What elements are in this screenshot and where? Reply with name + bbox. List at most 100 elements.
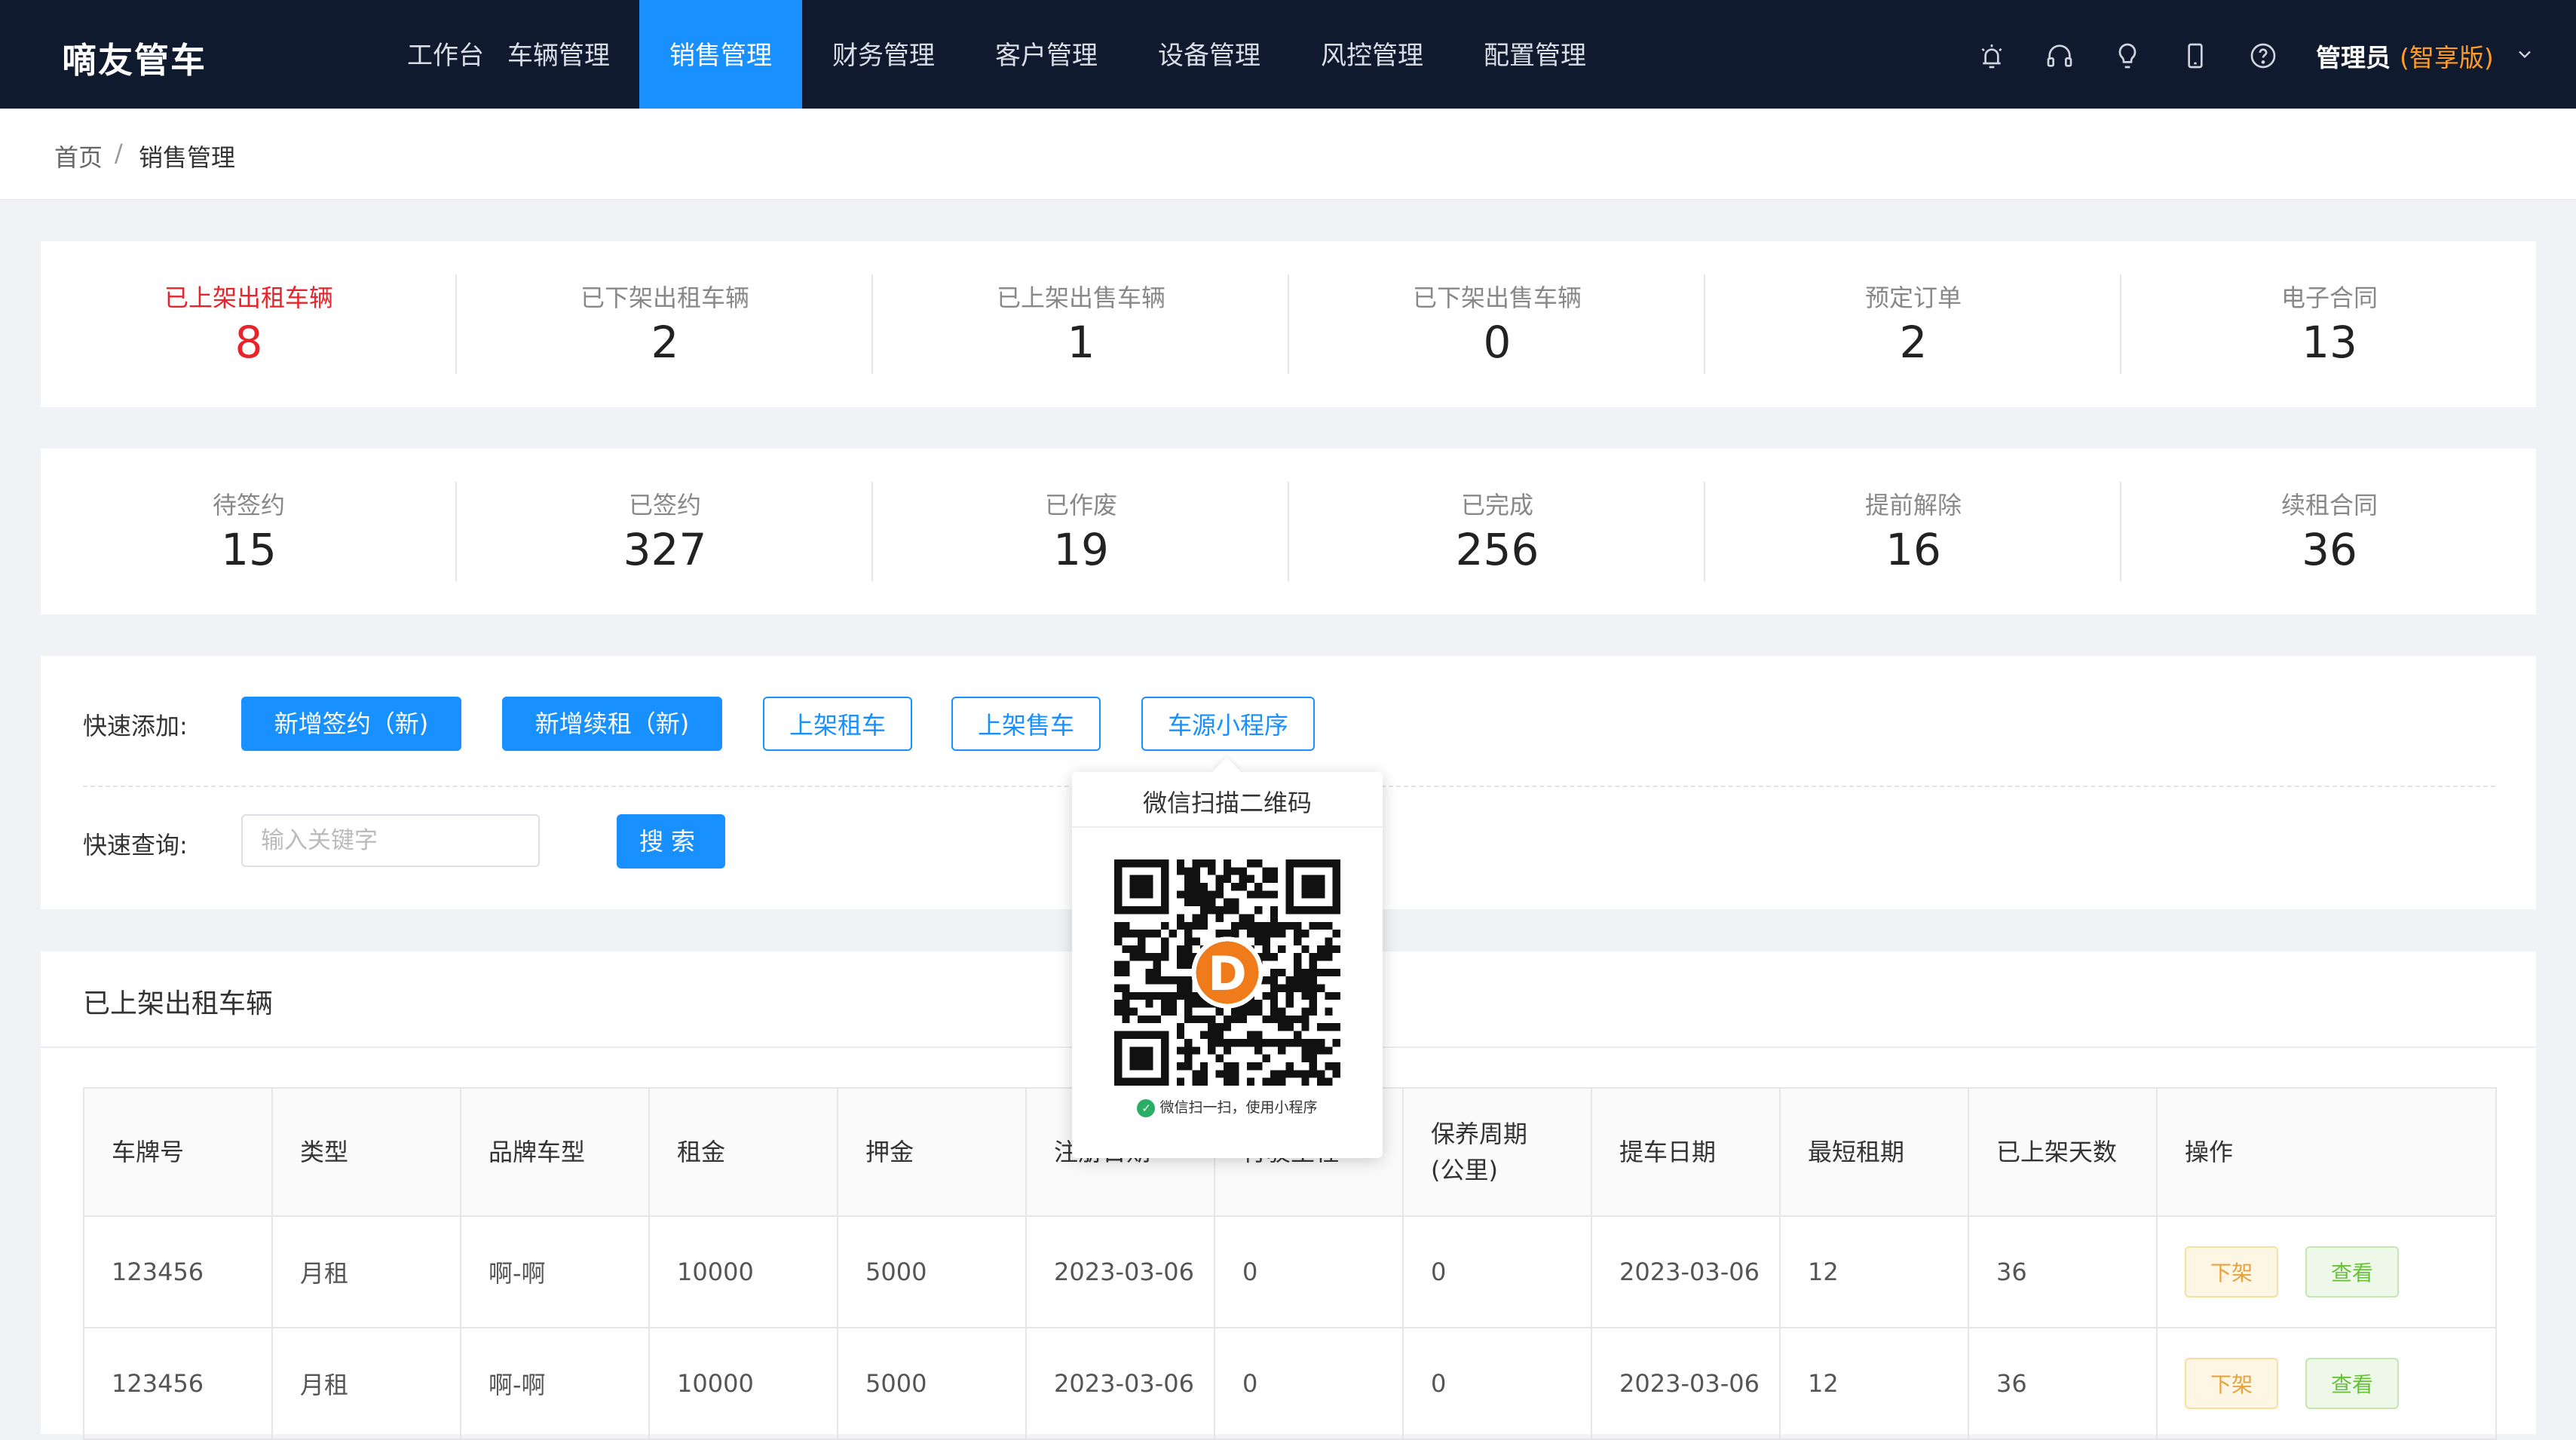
cell-mileage: 0 xyxy=(1214,1215,1404,1328)
headset-icon[interactable] xyxy=(2045,41,2075,71)
nav-item-risk[interactable]: 风控管理 xyxy=(1291,0,1453,109)
cell-maintenance: 0 xyxy=(1402,1327,1592,1440)
stat-label: 已签约 xyxy=(628,491,701,519)
stat-label: 已下架出售车辆 xyxy=(1412,283,1582,312)
col-header: 保养周期 (公里) xyxy=(1402,1087,1592,1217)
stat-label: 已完成 xyxy=(1460,491,1533,519)
qr-popover: 微信扫描二维码 D ✓ 微信扫一扫，使用小程序 xyxy=(1072,757,1383,1158)
stat-label: 已上架出租车辆 xyxy=(164,283,333,312)
stat-label: 已下架出租车辆 xyxy=(580,283,749,312)
cell-plate: 123456 xyxy=(83,1215,273,1328)
stats-card-contracts: 待签约 15 已签约 327 已作废 19 已完成 256 提前解除 16 续租… xyxy=(41,449,2536,614)
nav-item-vehicles[interactable]: 车辆管理 xyxy=(478,0,639,109)
breadcrumb-current: 销售管理 xyxy=(139,143,236,172)
offline-button[interactable]: 下架 xyxy=(2185,1246,2278,1298)
stat-pending-sign[interactable]: 待签约 15 xyxy=(41,449,457,614)
cell-model: 啊-啊 xyxy=(460,1215,650,1328)
stat-value: 15 xyxy=(221,524,277,575)
table-row: 123456 月租 啊-啊 10000 5000 2023-03-06 0 0 … xyxy=(83,1327,2497,1440)
bulb-icon[interactable] xyxy=(2112,41,2143,71)
nav-item-sales[interactable]: 销售管理 xyxy=(639,0,802,109)
cell-actions: 下架 查看 xyxy=(2156,1327,2497,1440)
col-header: 押金 xyxy=(837,1087,1027,1217)
qr-code-image: D xyxy=(1114,859,1340,1086)
new-renewal-button[interactable]: 新增续租（新) xyxy=(502,697,722,751)
chevron-down-icon[interactable] xyxy=(2514,44,2535,65)
cell-model: 啊-啊 xyxy=(460,1327,650,1440)
stat-listed-sales[interactable]: 已上架出售车辆 1 xyxy=(873,241,1289,407)
col-header: 租金 xyxy=(648,1087,838,1217)
cell-listed-days: 36 xyxy=(1968,1327,2158,1440)
nav-item-customers[interactable]: 客户管理 xyxy=(965,0,1128,109)
panel-title: 已上架出租车辆 xyxy=(83,988,274,1019)
stat-completed[interactable]: 已完成 256 xyxy=(1289,449,1705,614)
search-input[interactable]: 输入关键字 xyxy=(241,814,540,867)
mini-program-button[interactable]: 车源小程序 xyxy=(1141,697,1315,751)
cell-type: 月租 xyxy=(271,1327,461,1440)
stat-value: 2 xyxy=(651,317,679,368)
stat-value: 2 xyxy=(1899,317,1928,368)
phone-icon[interactable] xyxy=(2180,41,2210,71)
nav-item-finance[interactable]: 财务管理 xyxy=(802,0,965,109)
table-row: 123456 月租 啊-啊 10000 5000 2023-03-06 0 0 … xyxy=(83,1215,2497,1328)
col-header: 操作 xyxy=(2156,1087,2497,1217)
app-logo[interactable]: 嘀友管车 xyxy=(62,33,207,83)
stat-delisted-rentals[interactable]: 已下架出租车辆 2 xyxy=(457,241,873,407)
stat-label: 已作废 xyxy=(1044,491,1117,519)
col-header: 车牌号 xyxy=(83,1087,273,1217)
stat-label: 续租合同 xyxy=(2280,491,2378,519)
stat-early-termination[interactable]: 提前解除 16 xyxy=(1705,449,2121,614)
help-icon[interactable] xyxy=(2248,41,2278,71)
quick-search-label: 快速查询: xyxy=(83,831,188,859)
stat-value: 16 xyxy=(1885,524,1941,575)
nav-item-config[interactable]: 配置管理 xyxy=(1453,0,1616,109)
cell-rent: 10000 xyxy=(648,1327,838,1440)
cell-min-term: 12 xyxy=(1779,1327,1969,1440)
cell-reg-date: 2023-03-06 xyxy=(1025,1215,1215,1328)
view-button[interactable]: 查看 xyxy=(2305,1246,2399,1298)
user-name: 管理员 xyxy=(2316,43,2391,72)
cell-plate: 123456 xyxy=(83,1327,273,1440)
col-header: 品牌车型 xyxy=(460,1087,650,1217)
cell-type: 月租 xyxy=(271,1215,461,1328)
cell-actions: 下架 查看 xyxy=(2156,1215,2497,1328)
stat-renewals[interactable]: 续租合同 36 xyxy=(2121,449,2538,614)
stat-label: 已上架出售车辆 xyxy=(996,283,1165,312)
col-header: 提车日期 xyxy=(1591,1087,1781,1217)
stat-label: 待签约 xyxy=(212,491,285,519)
breadcrumb-home[interactable]: 首页 xyxy=(54,139,103,173)
stat-e-contracts[interactable]: 电子合同 13 xyxy=(2121,241,2538,407)
list-rental-button[interactable]: 上架租车 xyxy=(763,697,912,751)
col-header: 已上架天数 xyxy=(1968,1087,2158,1217)
stat-signed[interactable]: 已签约 327 xyxy=(457,449,873,614)
user-menu[interactable]: 管理员 (智享版) xyxy=(2316,38,2494,74)
stat-voided[interactable]: 已作废 19 xyxy=(873,449,1289,614)
cell-pickup-date: 2023-03-06 xyxy=(1591,1327,1781,1440)
qr-code-icon: D xyxy=(1114,859,1340,1086)
col-header: 最短租期 xyxy=(1779,1087,1969,1217)
offline-button[interactable]: 下架 xyxy=(2185,1358,2278,1409)
cell-rent: 10000 xyxy=(648,1215,838,1328)
stat-label: 提前解除 xyxy=(1864,491,1962,519)
cell-mileage: 0 xyxy=(1214,1327,1404,1440)
alarm-icon[interactable] xyxy=(1977,41,2007,71)
search-button[interactable]: 搜索 xyxy=(617,814,725,869)
wechat-icon: ✓ xyxy=(1137,1098,1156,1117)
stat-value: 19 xyxy=(1053,524,1109,575)
new-contract-button[interactable]: 新增签约（新) xyxy=(241,697,461,751)
cell-deposit: 5000 xyxy=(837,1327,1027,1440)
list-sale-button[interactable]: 上架售车 xyxy=(951,697,1101,751)
col-header: 类型 xyxy=(271,1087,461,1217)
cell-min-term: 12 xyxy=(1779,1215,1969,1328)
stat-reservations[interactable]: 预定订单 2 xyxy=(1705,241,2121,407)
stat-listed-rentals[interactable]: 已上架出租车辆 8 xyxy=(41,241,457,407)
qr-caption: ✓ 微信扫一扫，使用小程序 xyxy=(1072,1096,1383,1117)
view-button[interactable]: 查看 xyxy=(2305,1358,2399,1409)
cell-maintenance: 0 xyxy=(1402,1215,1592,1328)
stat-delisted-sales[interactable]: 已下架出售车辆 0 xyxy=(1289,241,1705,407)
stat-label: 预定订单 xyxy=(1864,283,1962,312)
breadcrumb: 首页 / 销售管理 xyxy=(0,109,2576,200)
svg-text:D: D xyxy=(1208,946,1247,1001)
nav-item-devices[interactable]: 设备管理 xyxy=(1128,0,1291,109)
stat-value: 1 xyxy=(1067,317,1095,368)
